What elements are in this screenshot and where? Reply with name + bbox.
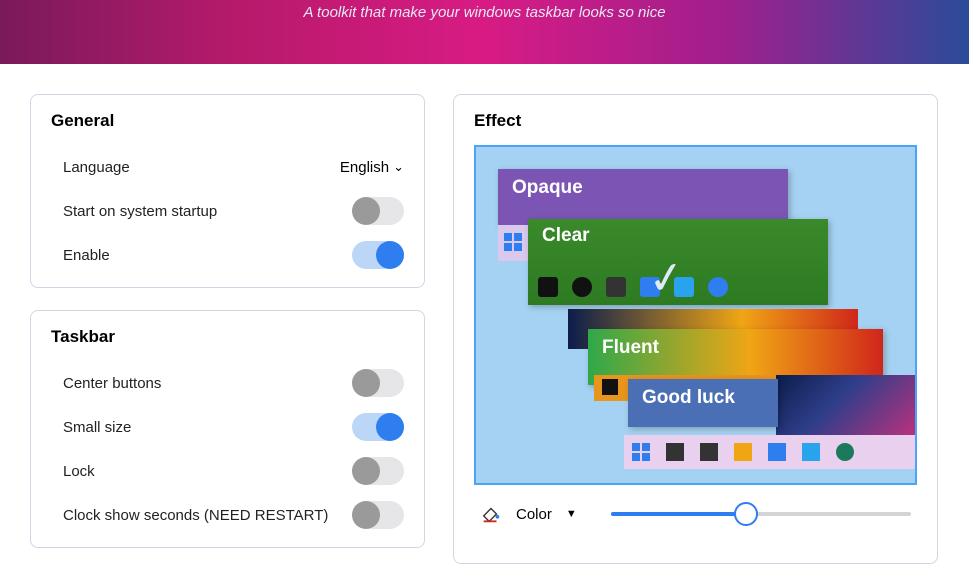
small-size-toggle[interactable] bbox=[352, 413, 404, 441]
effect-option-goodluck-label: Good luck bbox=[642, 387, 735, 408]
clock-seconds-row: Clock show seconds (NEED RESTART) bbox=[51, 493, 404, 537]
mail-icon bbox=[802, 443, 820, 461]
edge-icon bbox=[836, 443, 854, 461]
explorer-icon bbox=[734, 443, 752, 461]
start-on-boot-label: Start on system startup bbox=[63, 203, 217, 220]
start-on-boot-toggle[interactable] bbox=[352, 197, 404, 225]
lock-row: Lock bbox=[51, 449, 404, 493]
effect-option-fluent-label: Fluent bbox=[602, 337, 659, 358]
effect-card: Effect Opaque Clear bbox=[453, 94, 938, 564]
language-select[interactable]: English ⌄ bbox=[340, 159, 404, 176]
enable-toggle[interactable] bbox=[352, 241, 404, 269]
center-buttons-row: Center buttons bbox=[51, 361, 404, 405]
center-buttons-label: Center buttons bbox=[63, 375, 161, 392]
calendar-icon bbox=[768, 443, 786, 461]
effect-option-goodluck[interactable]: Good luck bbox=[628, 379, 778, 427]
general-title: General bbox=[51, 111, 404, 131]
general-card: General Language English ⌄ Start on syst… bbox=[30, 94, 425, 288]
edge-icon bbox=[708, 277, 728, 297]
enable-label: Enable bbox=[63, 247, 110, 264]
effect-option-clear-label: Clear bbox=[542, 225, 590, 246]
taskview-icon bbox=[700, 443, 718, 461]
start-on-boot-row: Start on system startup bbox=[51, 189, 404, 233]
taskview-icon bbox=[606, 277, 626, 297]
small-size-label: Small size bbox=[63, 419, 131, 436]
taskbar-card: Taskbar Center buttons Small size Lock C… bbox=[30, 310, 425, 548]
header-subtitle: A toolkit that make your windows taskbar… bbox=[303, 4, 665, 21]
lock-label: Lock bbox=[63, 463, 95, 480]
color-slider[interactable] bbox=[611, 512, 911, 516]
search-icon bbox=[572, 277, 592, 297]
effect-title: Effect bbox=[474, 111, 917, 131]
clock-seconds-toggle[interactable] bbox=[352, 501, 404, 529]
chevron-down-icon: ⌄ bbox=[393, 159, 404, 175]
lock-toggle[interactable] bbox=[352, 457, 404, 485]
windows-icon bbox=[632, 443, 650, 461]
taskbar-title: Taskbar bbox=[51, 327, 404, 347]
preview-taskbar bbox=[624, 435, 917, 469]
language-row: Language English ⌄ bbox=[51, 145, 404, 189]
color-dropdown[interactable]: ▼ bbox=[566, 508, 577, 520]
effect-option-opaque-label: Opaque bbox=[512, 177, 583, 198]
color-row: Color ▼ bbox=[474, 503, 917, 525]
language-label: Language bbox=[63, 159, 130, 176]
clock-seconds-label: Clock show seconds (NEED RESTART) bbox=[63, 507, 328, 524]
color-label: Color bbox=[516, 506, 552, 523]
app-header: A toolkit that make your windows taskbar… bbox=[0, 0, 969, 64]
small-size-row: Small size bbox=[51, 405, 404, 449]
preview-wallpaper bbox=[776, 375, 917, 437]
windows-icon bbox=[602, 379, 618, 395]
paint-bucket-icon[interactable] bbox=[480, 503, 502, 525]
slider-thumb[interactable] bbox=[734, 502, 758, 526]
effect-preview: Opaque Clear ✓ bbox=[474, 145, 917, 485]
selected-check-icon: ✓ bbox=[645, 251, 689, 307]
windows-icon bbox=[504, 233, 522, 251]
language-value: English bbox=[340, 159, 389, 176]
enable-row: Enable bbox=[51, 233, 404, 277]
center-buttons-toggle[interactable] bbox=[352, 369, 404, 397]
search-icon bbox=[666, 443, 684, 461]
effect-option-opaque[interactable]: Opaque bbox=[498, 169, 788, 225]
windows-icon bbox=[538, 277, 558, 297]
